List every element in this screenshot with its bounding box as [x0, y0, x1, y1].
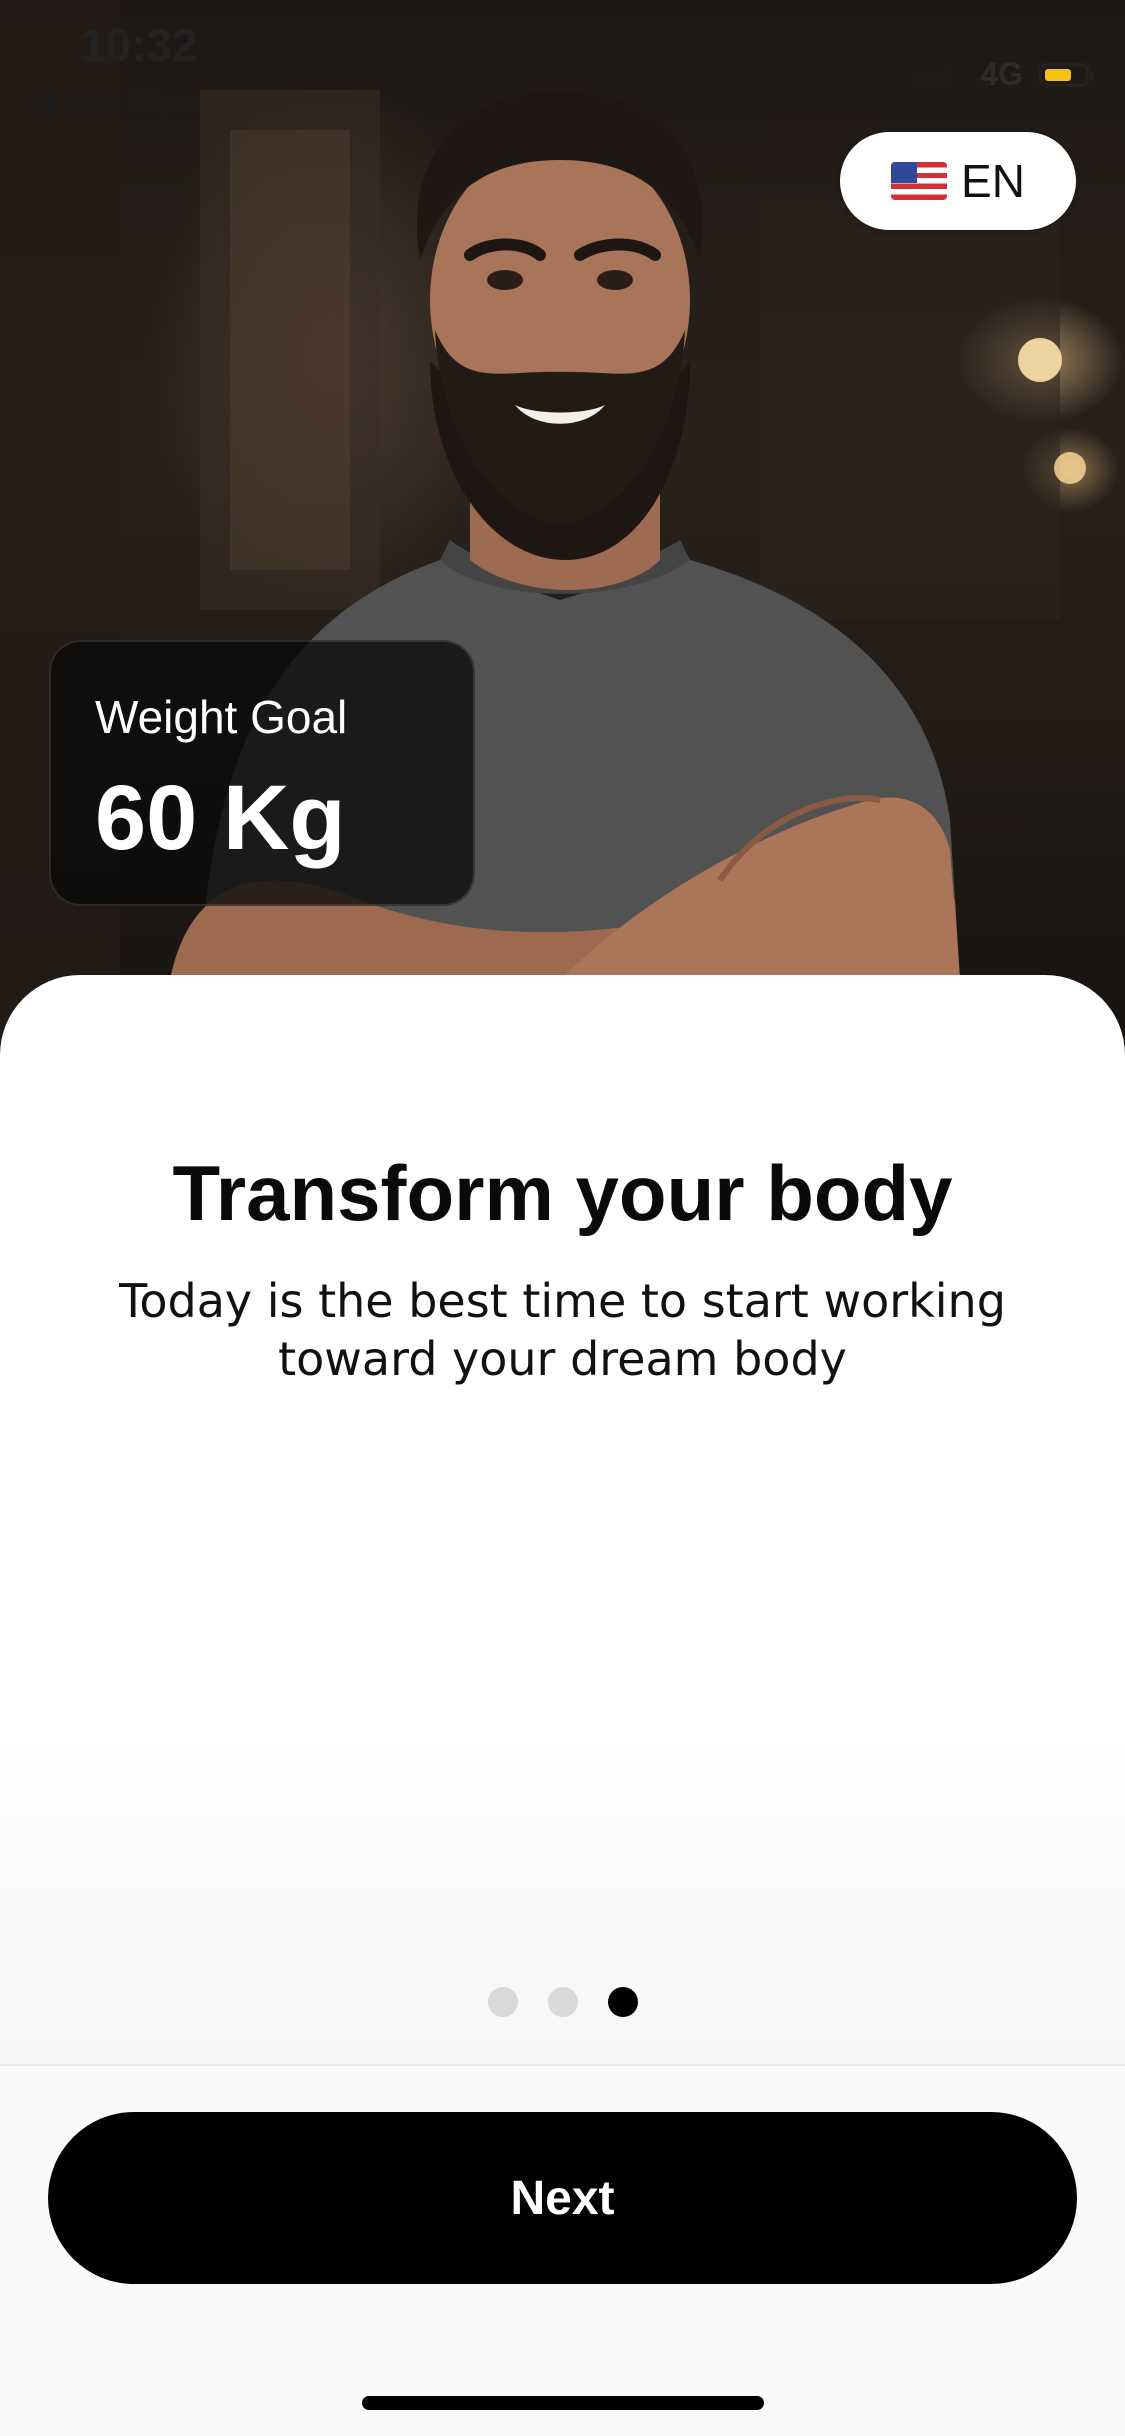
page-subtitle: Today is the best time to start working …: [119, 1274, 1006, 1386]
status-indicators: 4G: [917, 56, 1094, 93]
weight-goal-label: Weight Goal: [95, 691, 348, 743]
language-code: EN: [961, 155, 1025, 207]
footer-divider: [0, 2064, 1125, 2066]
next-button[interactable]: Next: [48, 2112, 1077, 2284]
page-title: Transform your body: [172, 1149, 953, 1237]
network-type: 4G: [980, 56, 1023, 92]
language-selector-button[interactable]: EN: [840, 132, 1076, 230]
battery-icon: [1039, 62, 1094, 87]
page-dot-3-active: [607, 1987, 638, 2017]
pagination-dots: [0, 1987, 1125, 2017]
home-indicator[interactable]: [362, 2396, 764, 2410]
status-time: 10:32: [80, 19, 198, 71]
onboarding-screen: 10:32 ◀ App Store 4G EN Weight Goal 60 Kg…: [0, 0, 1125, 2436]
back-arrow-icon: ◀: [36, 88, 56, 118]
page-dot-2: [547, 1987, 578, 2017]
weight-goal-card: Weight Goal 60 Kg: [49, 640, 475, 906]
back-to-app-store-link[interactable]: ◀ App Store: [36, 84, 202, 120]
us-flag-icon: [891, 162, 948, 200]
page-dot-1: [487, 1987, 518, 2017]
next-button-label: Next: [510, 2171, 615, 2225]
weight-goal-value: 60 Kg: [95, 767, 346, 869]
signal-strength-icon: [917, 62, 965, 87]
back-app-label: App Store: [64, 84, 202, 119]
